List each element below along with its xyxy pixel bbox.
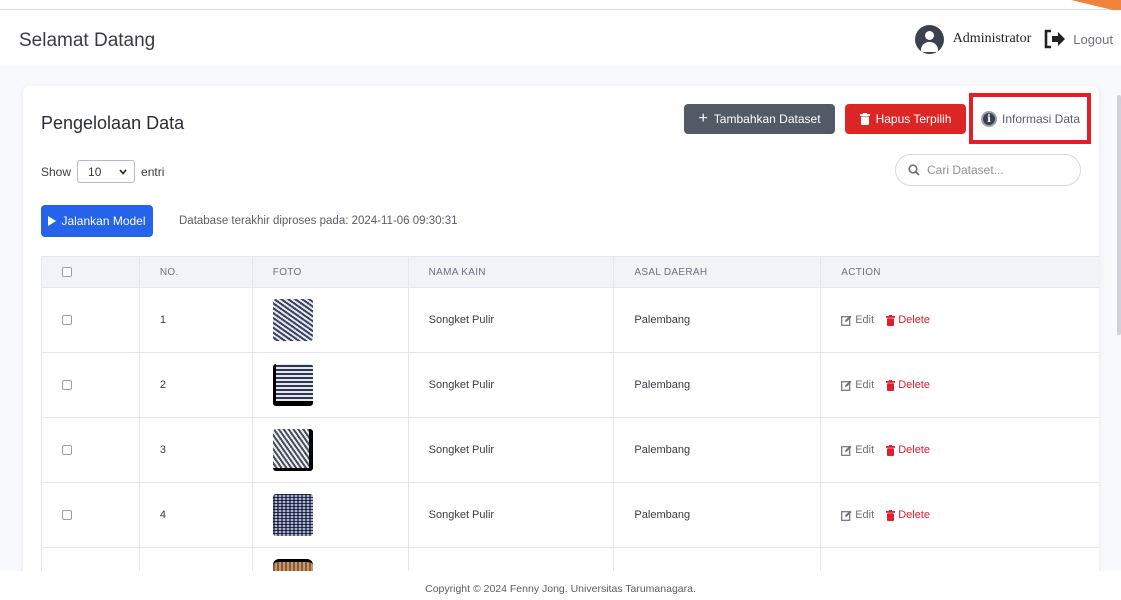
edit-icon <box>841 380 852 391</box>
fabric-thumbnail <box>272 429 313 471</box>
delete-button[interactable]: Delete <box>886 314 930 326</box>
fabric-name: Songket Pulir <box>407 287 615 353</box>
edit-button[interactable]: Edit <box>841 314 874 326</box>
edit-icon <box>841 445 852 456</box>
trash-icon <box>886 509 896 521</box>
row-number: 3 <box>138 417 253 483</box>
top-border <box>0 0 1121 10</box>
info-highlight-box: i Informasi Data <box>969 93 1091 144</box>
trash-icon <box>886 379 896 391</box>
search-icon <box>908 164 920 176</box>
fabric-origin: Palembang <box>613 287 822 353</box>
edit-label: Edit <box>855 444 875 456</box>
row-actions: Edit Delete <box>841 314 1099 326</box>
info-data-label: Informasi Data <box>1002 112 1081 126</box>
delete-label: Delete <box>898 509 930 521</box>
logout-button[interactable]: Logout <box>1043 29 1113 49</box>
data-management-card: Pengelolaan Data + Tambahkan Dataset Hap… <box>23 86 1099 586</box>
delete-button[interactable]: Delete <box>886 379 930 391</box>
row-actions: Edit Delete <box>841 509 1099 521</box>
select-all-checkbox[interactable] <box>62 266 72 277</box>
fabric-origin: Palembang <box>613 482 822 548</box>
edit-label: Edit <box>855 379 875 391</box>
delete-label: Delete <box>898 379 930 391</box>
table-header-row: NO. FOTO NAMA KAIN ASAL DAERAH ACTION <box>41 256 1099 288</box>
header-no: NO. <box>138 256 253 288</box>
info-icon: i <box>981 111 997 127</box>
username[interactable]: Administrator <box>953 31 1032 47</box>
edit-button[interactable]: Edit <box>841 509 874 521</box>
search-box[interactable] <box>895 154 1081 186</box>
select-all-header <box>41 256 140 288</box>
row-checkbox[interactable] <box>62 380 72 391</box>
footer: Copyright © 2024 Fenny Jong. Universitas… <box>0 571 1121 600</box>
row-number: 1 <box>138 287 253 353</box>
dataset-table: NO. FOTO NAMA KAIN ASAL DAERAH ACTION 1 … <box>41 256 1099 586</box>
header-photo: FOTO <box>251 256 409 288</box>
row-number: 2 <box>138 352 253 418</box>
table-row: 4 Songket Pulir Palembang Edit Delete <box>41 482 1099 548</box>
header-name: NAMA KAIN <box>407 256 615 288</box>
delete-label: Delete <box>898 444 930 456</box>
header-action: ACTION <box>820 256 1099 288</box>
play-icon <box>48 216 57 226</box>
delete-selected-label: Hapus Terpilih <box>875 112 952 126</box>
entries-value: 10 <box>88 164 102 179</box>
row-number: 4 <box>138 482 253 548</box>
fabric-thumbnail <box>272 364 313 406</box>
row-actions: Edit Delete <box>841 379 1099 391</box>
fabric-name: Songket Pulir <box>407 352 615 418</box>
show-entries: Show 10 entri <box>41 160 164 183</box>
trash-icon <box>859 113 870 125</box>
delete-button[interactable]: Delete <box>886 509 930 521</box>
fabric-name: Songket Pulir <box>407 417 615 483</box>
fabric-thumbnail <box>272 299 313 341</box>
edit-button[interactable]: Edit <box>841 444 874 456</box>
delete-label: Delete <box>898 314 930 326</box>
run-model-button[interactable]: Jalankan Model <box>41 205 153 237</box>
logout-label: Logout <box>1073 31 1113 47</box>
table-row: 2 Songket Pulir Palembang Edit Delete <box>41 352 1099 418</box>
logout-icon <box>1044 29 1066 49</box>
edit-icon <box>841 510 852 521</box>
entries-label: entri <box>141 164 165 179</box>
welcome-title: Selamat Datang <box>19 30 156 51</box>
fabric-origin: Palembang <box>613 417 822 483</box>
row-checkbox[interactable] <box>62 510 72 521</box>
header-origin: ASAL DAERAH <box>613 256 822 288</box>
trash-icon <box>886 444 896 456</box>
fabric-thumbnail <box>272 494 313 536</box>
edit-label: Edit <box>855 314 875 326</box>
db-status-text: Database terakhir diproses pada: 2024-11… <box>179 215 458 227</box>
page-scrollbar[interactable] <box>1117 95 1121 335</box>
user-area: Administrator Logout <box>914 24 1113 54</box>
run-model-label: Jalankan Model <box>61 214 146 228</box>
fabric-name: Songket Pulir <box>407 482 615 548</box>
table-row: 3 Songket Pulir Palembang Edit Delete <box>41 417 1099 483</box>
chevron-down-icon <box>119 168 127 175</box>
user-avatar-icon[interactable] <box>914 24 944 54</box>
delete-selected-button[interactable]: Hapus Terpilih <box>845 104 966 134</box>
edit-button[interactable]: Edit <box>841 379 874 391</box>
copyright-text: Copyright © 2024 Fenny Jong. Universitas… <box>425 583 696 595</box>
fabric-origin: Palembang <box>613 352 822 418</box>
add-dataset-label: Tambahkan Dataset <box>713 112 821 126</box>
table-row: 1 Songket Pulir Palembang Edit Delete <box>41 287 1099 353</box>
delete-button[interactable]: Delete <box>886 444 930 456</box>
card-title: Pengelolaan Data <box>41 113 185 133</box>
topbar: Selamat Datang Administrator Logout <box>0 10 1121 66</box>
info-data-button[interactable]: i Informasi Data <box>981 111 1080 127</box>
add-dataset-button[interactable]: + Tambahkan Dataset <box>684 104 835 134</box>
row-actions: Edit Delete <box>841 444 1099 456</box>
entries-select[interactable]: 10 <box>77 160 136 183</box>
row-checkbox[interactable] <box>62 315 72 326</box>
edit-label: Edit <box>855 509 875 521</box>
search-input[interactable] <box>927 163 1067 177</box>
show-label: Show <box>41 164 72 179</box>
trash-icon <box>886 314 896 326</box>
row-checkbox[interactable] <box>62 445 72 456</box>
plus-icon: + <box>698 110 708 127</box>
edit-icon <box>841 315 852 326</box>
